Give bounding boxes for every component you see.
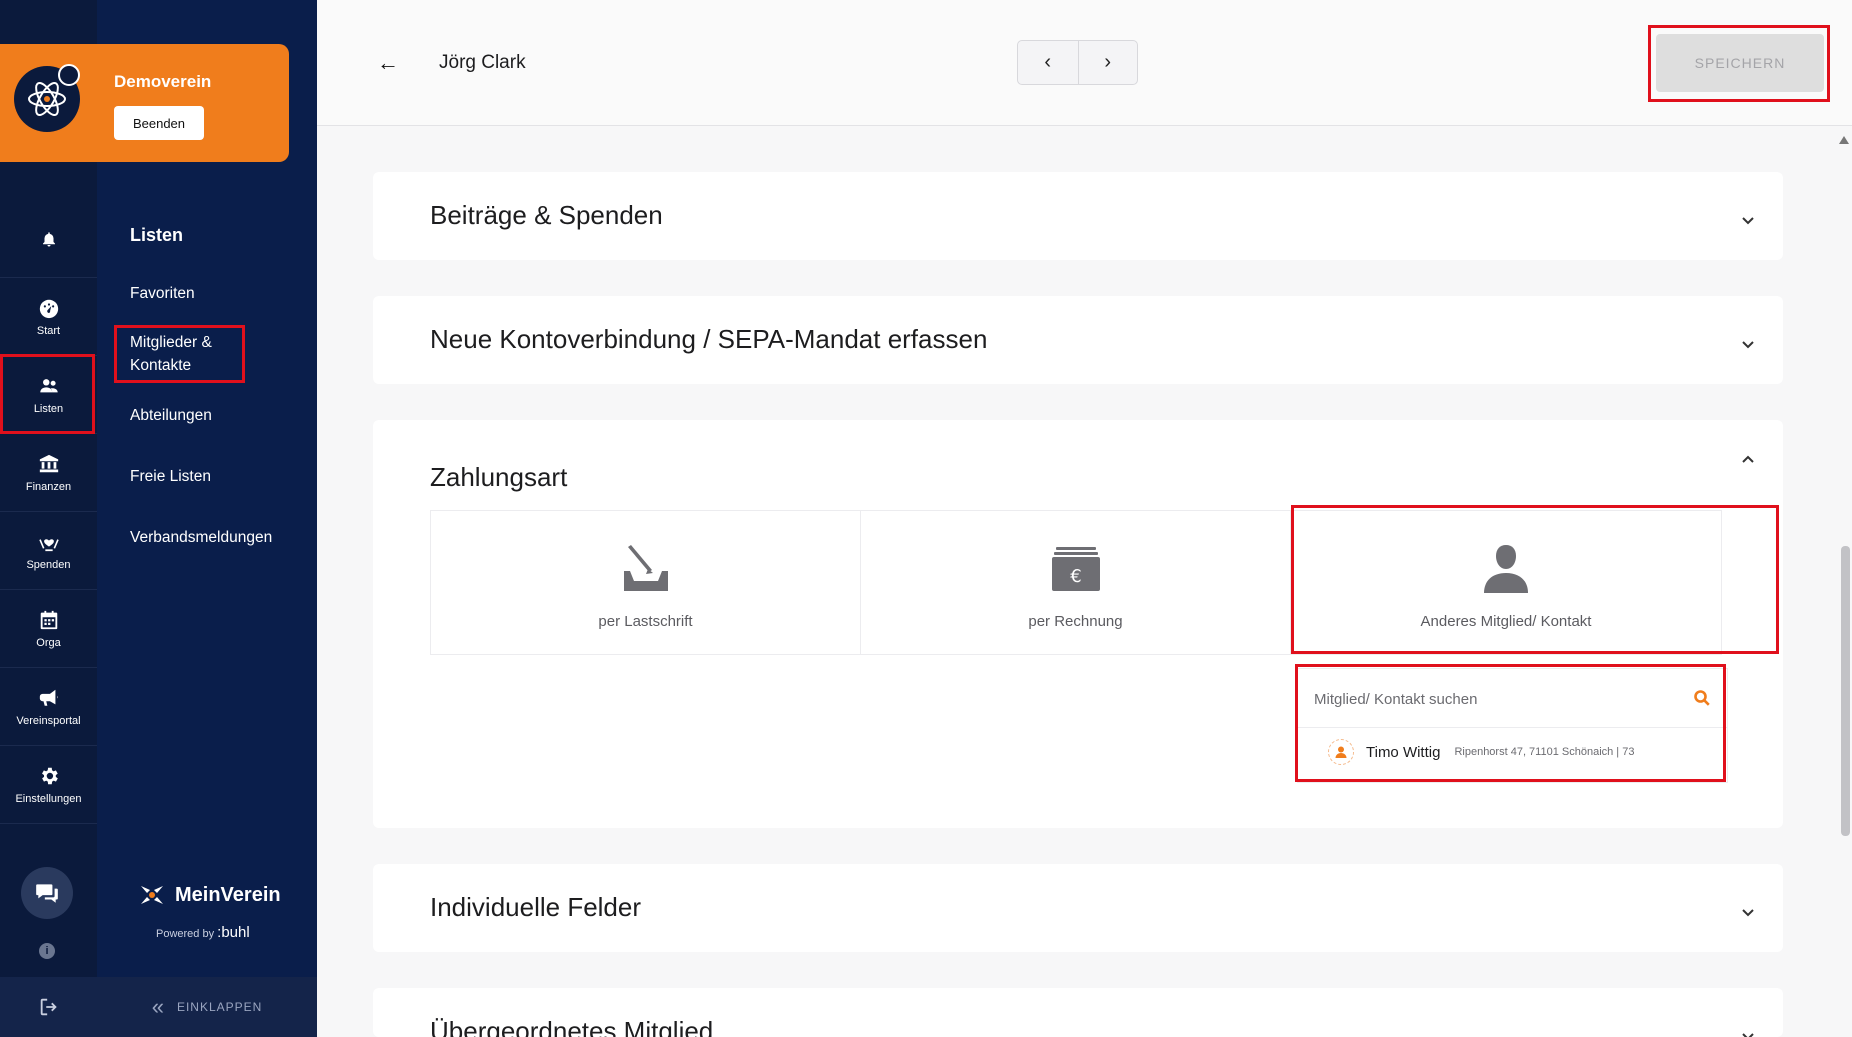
meinverein-logo: MeinVerein [137,880,281,910]
panel-link-abteilungen[interactable]: Abteilungen [130,404,212,427]
rail-item-label: Orga [36,636,61,649]
rail-item-label: Listen [33,402,64,415]
section-payment-method: Zahlungsart per Lastschrift € per Rechnu… [373,420,1783,828]
back-arrow-icon[interactable]: ← [377,50,399,76]
rail-item-label: Vereinsportal [16,714,81,727]
payment-option-label: per Rechnung [1028,613,1123,630]
payment-option-label: Anderes Mitglied/ Kontakt [1420,613,1592,630]
panel-link-favoriten[interactable]: Favoriten [130,282,195,305]
section-title: Zahlungsart [430,462,568,492]
search-icon[interactable] [1693,689,1711,707]
scroll-up-arrow[interactable] [1839,136,1849,144]
panel-title: Listen [130,225,184,245]
bell-icon [42,231,55,246]
payment-options: per Lastschrift € per Rechnung Anderes M… [430,510,1722,655]
panel-link-verbandsmeldungen[interactable]: Verbandsmeldungen [130,526,272,549]
org-name: Demoverein [114,72,212,91]
chevron-down-icon[interactable] [1740,1028,1756,1037]
chevron-up-icon[interactable] [1740,452,1756,468]
payment-option-other-member[interactable]: Anderes Mitglied/ Kontakt [1291,511,1721,654]
invoice-icon: € [1051,547,1100,591]
collapse-button[interactable]: « EINKLAPPEN [97,977,317,1037]
person-icon [1335,746,1347,758]
payment-option-direct-debit[interactable]: per Lastschrift [431,511,861,654]
info-button[interactable]: i [39,943,55,959]
megaphone-icon [39,689,58,706]
section-parent-member[interactable]: Übergeordnetes Mitglied [373,988,1783,1037]
scrollbar-thumb[interactable] [1841,546,1850,836]
rail-item-start[interactable]: Start [0,278,97,356]
chat-help-icon [36,884,58,903]
chevron-down-icon[interactable] [1740,336,1756,352]
logout-icon [40,998,57,1016]
divider [1298,727,1727,728]
buhl-logo: :buhl [217,924,250,941]
double-chevron-left-icon: « [151,994,165,1019]
next-record-button[interactable]: › [1077,41,1138,84]
donation-icon [38,538,59,551]
powered-by: Powered by :buhl [156,924,250,941]
notifications-button[interactable] [0,200,97,278]
rail-item-label: Finanzen [25,480,72,493]
bank-icon [39,454,58,472]
section-bank-account[interactable]: Neue Kontoverbindung / SEPA-Mandat erfas… [373,296,1783,384]
panel-link-mitglieder-kontakte[interactable]: Mitglieder & Kontakte [130,331,250,377]
signature-icon [623,545,668,591]
end-session-button[interactable]: Beenden [114,106,204,140]
section-title: Beiträge & Spenden [430,200,663,230]
panel-link-freie-listen[interactable]: Freie Listen [130,465,211,488]
powered-by-text: Powered by [156,928,215,940]
users-icon [39,378,58,392]
rail-item-einstellungen[interactable]: Einstellungen [0,746,97,824]
section-title: Übergeordnetes Mitglied [430,1016,714,1037]
member-search-input[interactable] [1314,687,1694,711]
page-title: Jörg Clark [439,52,526,73]
brand-name: MeinVerein [175,883,281,906]
calendar-icon [40,610,57,629]
member-search-dropdown: Timo Wittig Ripenhorst 47, 71101 Schönai… [1297,668,1728,783]
save-button[interactable]: SPEICHERN [1656,34,1824,92]
top-bar: ← Jörg Clark ‹ › SPEICHERN [317,0,1852,126]
payment-option-label: per Lastschrift [598,613,693,630]
switch-org-icon[interactable] [58,64,80,86]
rail-item-spenden[interactable]: Spenden [0,512,97,590]
chevron-down-icon[interactable] [1740,904,1756,920]
result-name: Timo Wittig [1366,743,1441,761]
info-icon: i [45,945,49,957]
logout-button[interactable] [0,977,97,1037]
collapse-label: EINKLAPPEN [176,1000,263,1014]
section-contributions[interactable]: Beiträge & Spenden [373,172,1783,260]
section-title: Individuelle Felder [430,892,642,922]
record-pager: ‹ › [1017,40,1138,85]
rail-item-orga[interactable]: Orga [0,590,97,668]
brand-logo-icon [141,886,163,904]
rail-item-label: Einstellungen [15,792,82,805]
svg-text:€: € [1070,566,1081,587]
rail-item-label: Spenden [26,558,71,571]
rail-item-vereinsportal[interactable]: Vereinsportal [0,668,97,746]
dashboard-icon [39,299,58,318]
rail-item-finanzen[interactable]: Finanzen [0,434,97,512]
person-icon [1484,545,1528,593]
help-chat-button[interactable] [21,867,73,919]
rail-item-listen[interactable]: Listen [0,356,97,434]
previous-record-button[interactable]: ‹ [1018,41,1078,84]
chevron-down-icon[interactable] [1740,212,1756,228]
search-result-item[interactable]: Timo Wittig Ripenhorst 47, 71101 Schönai… [1328,739,1634,765]
result-address: Ripenhorst 47, 71101 Schönaich | 73 [1454,746,1635,758]
org-card: Demoverein Beenden [0,44,289,162]
avatar [1328,739,1354,765]
section-custom-fields[interactable]: Individuelle Felder [373,864,1783,952]
payment-option-invoice[interactable]: € per Rechnung [861,511,1291,654]
gear-icon [41,767,58,784]
section-title: Neue Kontoverbindung / SEPA-Mandat erfas… [430,324,988,354]
rail-item-label: Start [36,324,61,337]
